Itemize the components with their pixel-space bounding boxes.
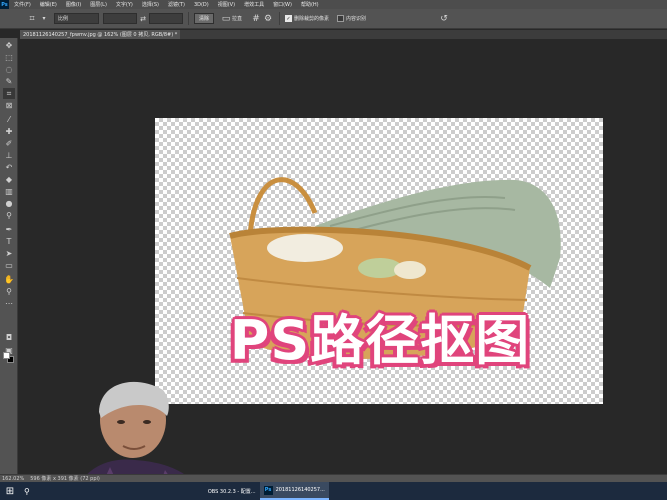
menu-filter[interactable]: 滤镜(T)	[168, 1, 185, 8]
gradient-icon[interactable]: ▥	[3, 186, 15, 197]
zoom-level[interactable]: 162.02%	[2, 476, 24, 482]
more-icon[interactable]: ⋯	[3, 298, 15, 309]
marquee-icon[interactable]: ⬚	[3, 52, 15, 63]
move-icon[interactable]: ✥	[3, 40, 15, 51]
menu-view[interactable]: 视图(V)	[218, 1, 235, 8]
separator	[188, 12, 189, 25]
document-tab-label: 20181126140257_fpwmv.jpg @ 162% (图层 0 拷贝…	[23, 32, 178, 38]
width-input[interactable]	[103, 13, 137, 24]
ratio-select[interactable]: 比例	[54, 13, 99, 24]
menu-layer[interactable]: 图层(L)	[90, 1, 107, 8]
menu-window[interactable]: 窗口(W)	[273, 1, 292, 8]
brush-icon[interactable]: ✐	[3, 138, 15, 149]
frame-icon[interactable]: ⊠	[3, 100, 15, 111]
title-art-text: PS路径抠图	[229, 309, 531, 372]
clear-button[interactable]: 清除	[194, 13, 215, 24]
eraser-icon[interactable]: ◆	[3, 174, 15, 185]
history-brush-icon[interactable]: ↶	[3, 162, 15, 173]
dodge-icon[interactable]: ⚲	[3, 210, 15, 221]
lasso-icon[interactable]: ◌	[3, 64, 15, 75]
delete-cropped-label: 删除裁剪的像素	[294, 16, 330, 22]
height-input[interactable]	[149, 13, 183, 24]
taskbar-obs[interactable]: OBS 30.2.3 - 配置...	[204, 482, 260, 500]
hand-icon[interactable]: ✋	[3, 274, 15, 285]
quick-mask-icon[interactable]: ◘	[3, 332, 15, 343]
separator	[279, 12, 281, 25]
menu-plugins[interactable]: 增效工具	[244, 1, 264, 8]
reset-icon[interactable]: ↺	[438, 13, 450, 25]
menu-3d[interactable]: 3D(D)	[194, 2, 209, 8]
document-tabs: 20181126140257_fpwmv.jpg @ 162% (图层 0 拷贝…	[20, 30, 667, 39]
taskbar-photoshop[interactable]: Ps 20181126140257...	[259, 482, 329, 500]
chevron-down-icon[interactable]: ▾	[38, 13, 50, 25]
gear-icon[interactable]: ⚙	[262, 13, 274, 25]
menu-select[interactable]: 选择(S)	[142, 1, 159, 8]
path-select-icon[interactable]: ➤	[3, 248, 15, 259]
eyedropper-icon[interactable]: ⁄	[3, 114, 15, 125]
menu-bar: Ps 文件(F) 编辑(E) 图像(I) 图层(L) 文字(Y) 选择(S) 滤…	[0, 0, 667, 9]
app-logo: Ps	[0, 0, 9, 9]
grid-overlay-icon[interactable]: #	[250, 13, 262, 25]
healing-icon[interactable]: ✚	[3, 126, 15, 137]
content-aware-checkbox[interactable]	[337, 15, 345, 22]
menu-file[interactable]: 文件(F)	[14, 1, 31, 8]
photoshop-icon: Ps	[263, 485, 273, 495]
delete-cropped-checkbox[interactable]: ✓	[285, 15, 293, 22]
status-bar: 162.02% 596 像素 x 391 像素 (72 ppi)	[0, 474, 667, 482]
menu-image[interactable]: 图像(I)	[66, 1, 81, 8]
zoom-icon[interactable]: ⚲	[3, 286, 15, 297]
swap-icon[interactable]: ⇄	[137, 13, 149, 25]
search-icon[interactable]: ⚲	[20, 482, 34, 500]
start-icon[interactable]: ⊞	[0, 482, 20, 500]
type-icon[interactable]: T	[3, 236, 15, 247]
document-tab[interactable]: 20181126140257_fpwmv.jpg @ 162% (图层 0 拷贝…	[20, 30, 180, 39]
document-info: 596 像素 x 391 像素 (72 ppi)	[30, 476, 100, 482]
straighten-label: 拉直	[232, 16, 243, 22]
pen-icon[interactable]: ✒	[3, 224, 15, 235]
quick-select-icon[interactable]: ✎	[3, 76, 15, 87]
menu-type[interactable]: 文字(Y)	[116, 1, 133, 8]
blur-icon[interactable]: ●	[3, 198, 15, 209]
content-aware-label: 内容识别	[346, 16, 367, 22]
taskbar-obs-label: OBS 30.2.3 - 配置...	[207, 488, 256, 495]
straighten-icon[interactable]: ▭	[220, 13, 232, 25]
crop-icon[interactable]: ⌗	[3, 88, 15, 99]
windows-taskbar: ⊞ ⚲ OBS 30.2.3 - 配置... Ps 20181126140257…	[0, 482, 667, 500]
tools-panel: ✥ ⬚ ◌ ✎ ⌗ ⊠ ⁄ ✚ ✐ ⊥ ↶ ◆ ▥ ● ⚲ ✒ T ➤ ▭ ✋ …	[0, 38, 18, 474]
shape-icon[interactable]: ▭	[3, 260, 15, 271]
stamp-icon[interactable]: ⊥	[3, 150, 15, 161]
menu-edit[interactable]: 编辑(E)	[40, 1, 57, 8]
document-canvas[interactable]: PS路径抠图	[155, 118, 603, 404]
taskbar-photoshop-label: 20181126140257...	[275, 487, 325, 493]
options-bar: ⌗ ▾ 比例 ⇄ 清除 ▭ 拉直 # ⚙ ✓ 删除裁剪的像素 内容识别 ↺	[0, 9, 667, 29]
foreground-color-swatch[interactable]	[3, 352, 10, 359]
menu-help[interactable]: 帮助(H)	[301, 1, 319, 8]
crop-tool-icon[interactable]: ⌗	[26, 13, 38, 25]
